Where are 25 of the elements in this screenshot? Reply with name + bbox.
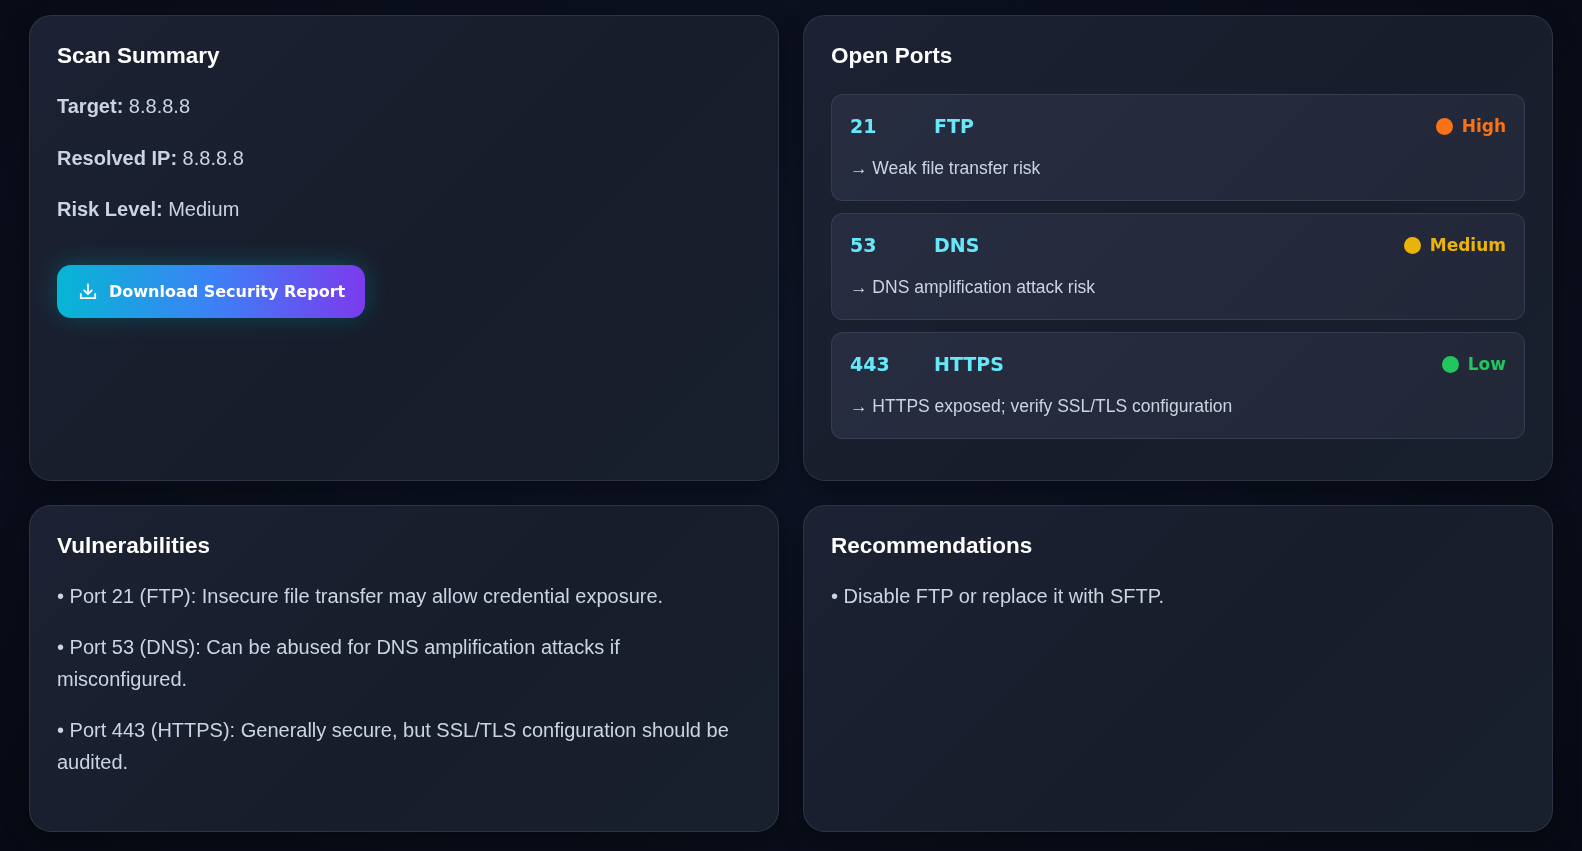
vulnerability-item: • Port 443 (HTTPS): Generally secure, but SSL/TLS configuration should be audited.	[57, 718, 730, 775]
risk-level: Low	[1467, 354, 1506, 374]
service-name: HTTPS	[934, 353, 1004, 375]
port-number: 53	[850, 234, 878, 256]
card-title: Recommendations	[831, 532, 1033, 560]
port-description: → DNS amplification attack risk	[850, 276, 1097, 299]
recommendation-item: • Disable FTP or replace it with SFTP.	[831, 584, 1166, 609]
port-description: → Weak file transfer risk	[850, 157, 1042, 180]
port-number: 21	[850, 115, 878, 137]
port-description: → HTTPS exposed; verify SSL/TLS configuration	[850, 395, 1234, 418]
download-icon	[79, 282, 97, 301]
download-report-button[interactable]: Download Security Report	[57, 265, 366, 318]
summary-field: Risk Level: Medium	[57, 193, 240, 225]
summary-field: Target: 8.8.8.8	[57, 90, 191, 122]
risk-level: High	[1461, 116, 1506, 136]
card-title: Scan Summary	[57, 42, 220, 70]
card-title: Vulnerabilities	[57, 532, 210, 560]
risk-level: Medium	[1429, 235, 1506, 255]
vulnerability-item: • Port 21 (FTP): Insecure file transfer may allow credential exposure.	[57, 584, 665, 609]
summary-field: Resolved IP: 8.8.8.8	[57, 141, 244, 174]
port-number: 443	[850, 353, 891, 375]
service-name: DNS	[934, 234, 980, 256]
card-title: Open Ports	[831, 42, 953, 70]
service-name: FTP	[934, 115, 974, 137]
vulnerability-item: • Port 53 (DNS): Can be abused for DNS amplification attacks if misconfigured.	[57, 635, 621, 692]
